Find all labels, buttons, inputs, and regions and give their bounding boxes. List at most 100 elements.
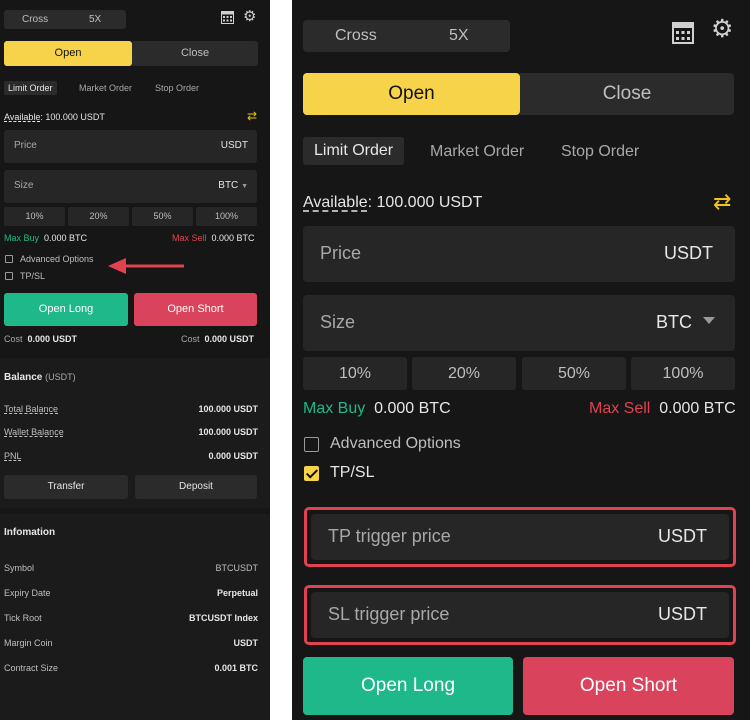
size-unit: BTC: [218, 180, 239, 191]
cost-long-value: 0.000 USDT: [27, 334, 78, 344]
balance-heading: Balance (USDT): [4, 372, 76, 383]
advanced-options-checkbox[interactable]: [5, 255, 13, 263]
left-trade-panel: Cross 5X ⚙ Open Close Limit Order Market…: [0, 0, 270, 720]
margin-leverage-selector[interactable]: Cross 5X: [303, 20, 510, 52]
size-placeholder: Size: [14, 180, 34, 191]
balance-unit: (USDT): [45, 372, 76, 382]
price-input[interactable]: Price USDT: [303, 226, 735, 282]
tab-market-order[interactable]: Market Order: [79, 83, 132, 93]
advanced-options-label: Advanced Options: [20, 254, 94, 264]
sl-trigger-price-input[interactable]: SL trigger price USDT: [311, 592, 729, 638]
price-input[interactable]: Price USDT: [4, 130, 257, 163]
cost-label: Cost: [4, 334, 23, 344]
gear-icon[interactable]: ⚙: [711, 17, 733, 42]
margin-mode: Cross: [335, 27, 377, 44]
percent-50-button[interactable]: 50%: [132, 207, 193, 226]
max-sell-label: Max Sell: [589, 400, 651, 417]
screenshot-canvas: Cross 5X ⚙ Open Close Limit Order Market…: [0, 0, 750, 720]
price-placeholder: Price: [320, 243, 362, 263]
available-value: : 100.000 USDT: [367, 194, 483, 211]
swap-icon[interactable]: ⇄: [247, 109, 257, 123]
size-input[interactable]: Size BTC: [303, 295, 735, 351]
info-row-value: BTCUSDT: [215, 563, 259, 573]
open-long-button[interactable]: Open Long: [4, 293, 128, 326]
gear-icon[interactable]: ⚙: [243, 9, 256, 24]
info-row-value: BTCUSDT Index: [188, 613, 258, 623]
close-tab[interactable]: Close: [132, 41, 258, 66]
open-long-button[interactable]: Open Long: [303, 657, 513, 715]
tpsl-label: TP/SL: [20, 271, 46, 281]
size-placeholder: Size: [320, 312, 356, 332]
available-label: Available: [303, 194, 368, 211]
max-buy-label: Max Buy: [303, 400, 366, 417]
price-unit: USDT: [220, 140, 248, 151]
percent-20-button[interactable]: 20%: [412, 357, 516, 390]
margin-mode: Cross: [22, 14, 49, 25]
price-placeholder: Price: [14, 140, 37, 151]
tab-limit-order[interactable]: Limit Order: [4, 81, 57, 95]
sl-unit: USDT: [658, 604, 707, 624]
tab-stop-order[interactable]: Stop Order: [561, 143, 639, 161]
leverage: 5X: [449, 27, 469, 44]
tab-stop-order[interactable]: Stop Order: [155, 83, 199, 93]
info-row-value: USDT: [233, 638, 259, 648]
chevron-down-icon[interactable]: [703, 317, 715, 324]
sl-placeholder: SL trigger price: [328, 604, 450, 624]
open-tab[interactable]: Open: [4, 41, 132, 66]
info-row-label: Symbol: [4, 563, 35, 573]
tpsl-checkbox[interactable]: [304, 466, 319, 481]
percent-100-button[interactable]: 100%: [196, 207, 257, 226]
info-row-label: Margin Coin: [4, 638, 53, 648]
cost-short-value: 0.000 USDT: [204, 334, 255, 344]
balance-row-label: Wallet Balance: [4, 427, 64, 437]
balance-row-label: PNL: [4, 451, 22, 461]
tp-unit: USDT: [658, 526, 707, 546]
swap-icon[interactable]: ⇄: [713, 189, 731, 215]
size-unit[interactable]: BTC: [656, 312, 692, 333]
max-buy: Max Buy 0.000 BTC: [4, 233, 87, 243]
calculator-icon[interactable]: [672, 22, 694, 44]
percent-20-button[interactable]: 20%: [68, 207, 129, 226]
balance-row-value: 0.000 USDT: [208, 451, 258, 461]
available-label: Available: [4, 112, 41, 122]
calculator-icon[interactable]: [221, 11, 234, 24]
max-buy-label: Max Buy: [4, 233, 40, 243]
percent-50-button[interactable]: 50%: [522, 357, 626, 390]
info-row-label: Contract Size: [4, 663, 59, 673]
advanced-options-label: Advanced Options: [330, 435, 461, 452]
advanced-options-checkbox[interactable]: [304, 437, 319, 452]
transfer-button[interactable]: Transfer: [4, 475, 128, 499]
tpsl-checkbox[interactable]: [5, 272, 13, 280]
info-row-value: Perpetual: [216, 588, 258, 598]
max-buy-value: 0.000 BTC: [374, 400, 451, 417]
available-value: : 100.000 USDT: [40, 112, 105, 122]
tp-highlight-box: TP trigger price USDT: [304, 507, 736, 567]
max-sell-label: Max Sell: [172, 233, 207, 243]
tab-market-order[interactable]: Market Order: [430, 143, 524, 161]
max-buy: Max Buy 0.000 BTC: [303, 400, 451, 418]
balance-row-label: Total Balance: [4, 404, 59, 414]
chevron-down-icon: ▼: [241, 183, 248, 190]
annotation-arrow: [108, 258, 184, 274]
margin-leverage-selector[interactable]: Cross 5X: [4, 10, 126, 29]
percent-10-button[interactable]: 10%: [4, 207, 65, 226]
price-unit: USDT: [664, 243, 713, 263]
size-unit-select[interactable]: BTC ▼: [218, 180, 248, 191]
available-balance: Available: 100.000 USDT: [303, 194, 482, 212]
open-short-button[interactable]: Open Short: [134, 293, 257, 326]
open-tab[interactable]: Open: [303, 73, 520, 115]
tp-trigger-price-input[interactable]: TP trigger price USDT: [311, 514, 729, 560]
max-sell-value: 0.000 BTC: [211, 233, 255, 243]
close-tab[interactable]: Close: [520, 73, 734, 115]
leverage: 5X: [89, 14, 102, 25]
deposit-button[interactable]: Deposit: [135, 475, 257, 499]
percent-10-button[interactable]: 10%: [303, 357, 407, 390]
balance-row-value: 100.000 USDT: [198, 404, 258, 414]
open-short-button[interactable]: Open Short: [523, 657, 734, 715]
available-balance: Available: 100.000 USDT: [4, 112, 105, 122]
size-input[interactable]: Size BTC ▼: [4, 170, 257, 203]
balance-title: Balance: [4, 372, 43, 383]
percent-100-button[interactable]: 100%: [631, 357, 735, 390]
tab-limit-order[interactable]: Limit Order: [303, 137, 405, 165]
cost-long: Cost 0.000 USDT: [4, 334, 77, 344]
